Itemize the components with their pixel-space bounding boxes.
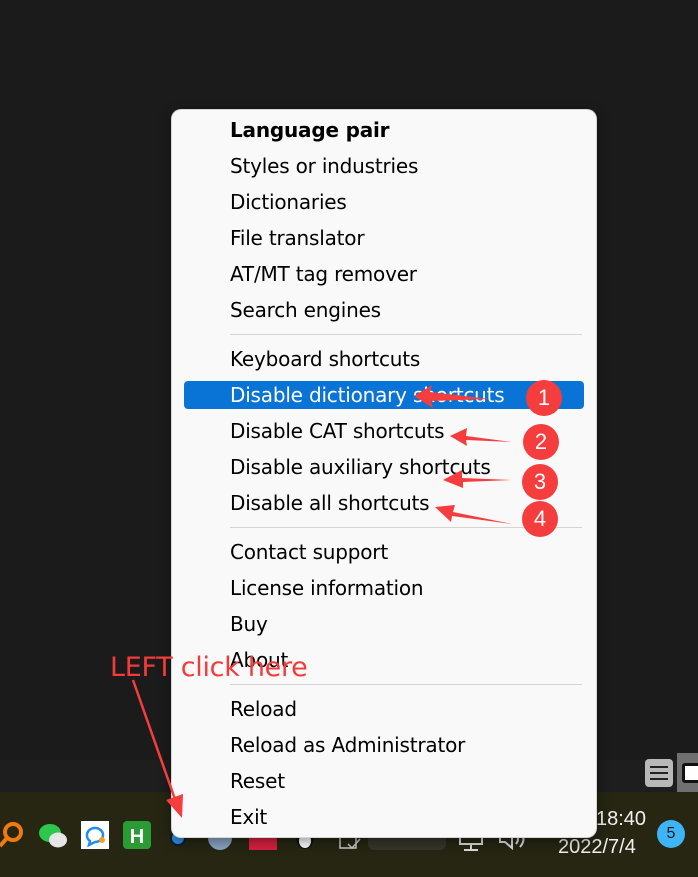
menu-item-contact-support[interactable]: Contact support [184, 538, 584, 566]
menu-item-at-mt-tag-remover[interactable]: AT/MT tag remover [184, 260, 584, 288]
wechat-icon[interactable] [38, 822, 68, 852]
list-view-button[interactable] [645, 759, 673, 787]
menu-item-file-translator[interactable]: File translator [184, 224, 584, 252]
menu-separator [230, 684, 582, 685]
notification-badge[interactable]: 5 [657, 820, 685, 848]
menu-item-keyboard-shortcuts[interactable]: Keyboard shortcuts [184, 345, 584, 373]
step-badge-4: 4 [522, 501, 558, 537]
clock-time[interactable]: 18:40 [596, 808, 646, 831]
dingtalk-icon[interactable] [81, 821, 109, 849]
menu-item-language-pair[interactable]: Language pair [184, 116, 584, 144]
menu-item-license-information[interactable]: License information [184, 574, 584, 602]
instruction-annotation: LEFT click here [110, 652, 308, 683]
menu-item-dictionaries[interactable]: Dictionaries [184, 188, 584, 216]
menu-item-disable-dictionary-shortcuts[interactable]: Disable dictionary shortcuts [184, 381, 584, 409]
desktop-view-button[interactable] [677, 753, 698, 793]
menu-separator [230, 334, 582, 335]
step-badge-3: 3 [522, 464, 558, 500]
svg-text:H: H [130, 826, 144, 848]
menu-item-buy[interactable]: Buy [184, 610, 584, 638]
menu-item-search-engines[interactable]: Search engines [184, 296, 584, 324]
menu-item-exit[interactable]: Exit [184, 803, 584, 831]
step-badge-1: 1 [526, 380, 562, 416]
menu-item-reset[interactable]: Reset [184, 767, 584, 795]
step-badge-2: 2 [523, 424, 559, 460]
menu-item-reload[interactable]: Reload [184, 695, 584, 723]
clock-date[interactable]: 2022/7/4 [558, 836, 636, 859]
h-app-icon[interactable]: H [123, 821, 151, 849]
search-icon[interactable] [0, 818, 26, 850]
menu-item-reload-as-administrator[interactable]: Reload as Administrator [184, 731, 584, 759]
menu-item-styles-or-industries[interactable]: Styles or industries [184, 152, 584, 180]
